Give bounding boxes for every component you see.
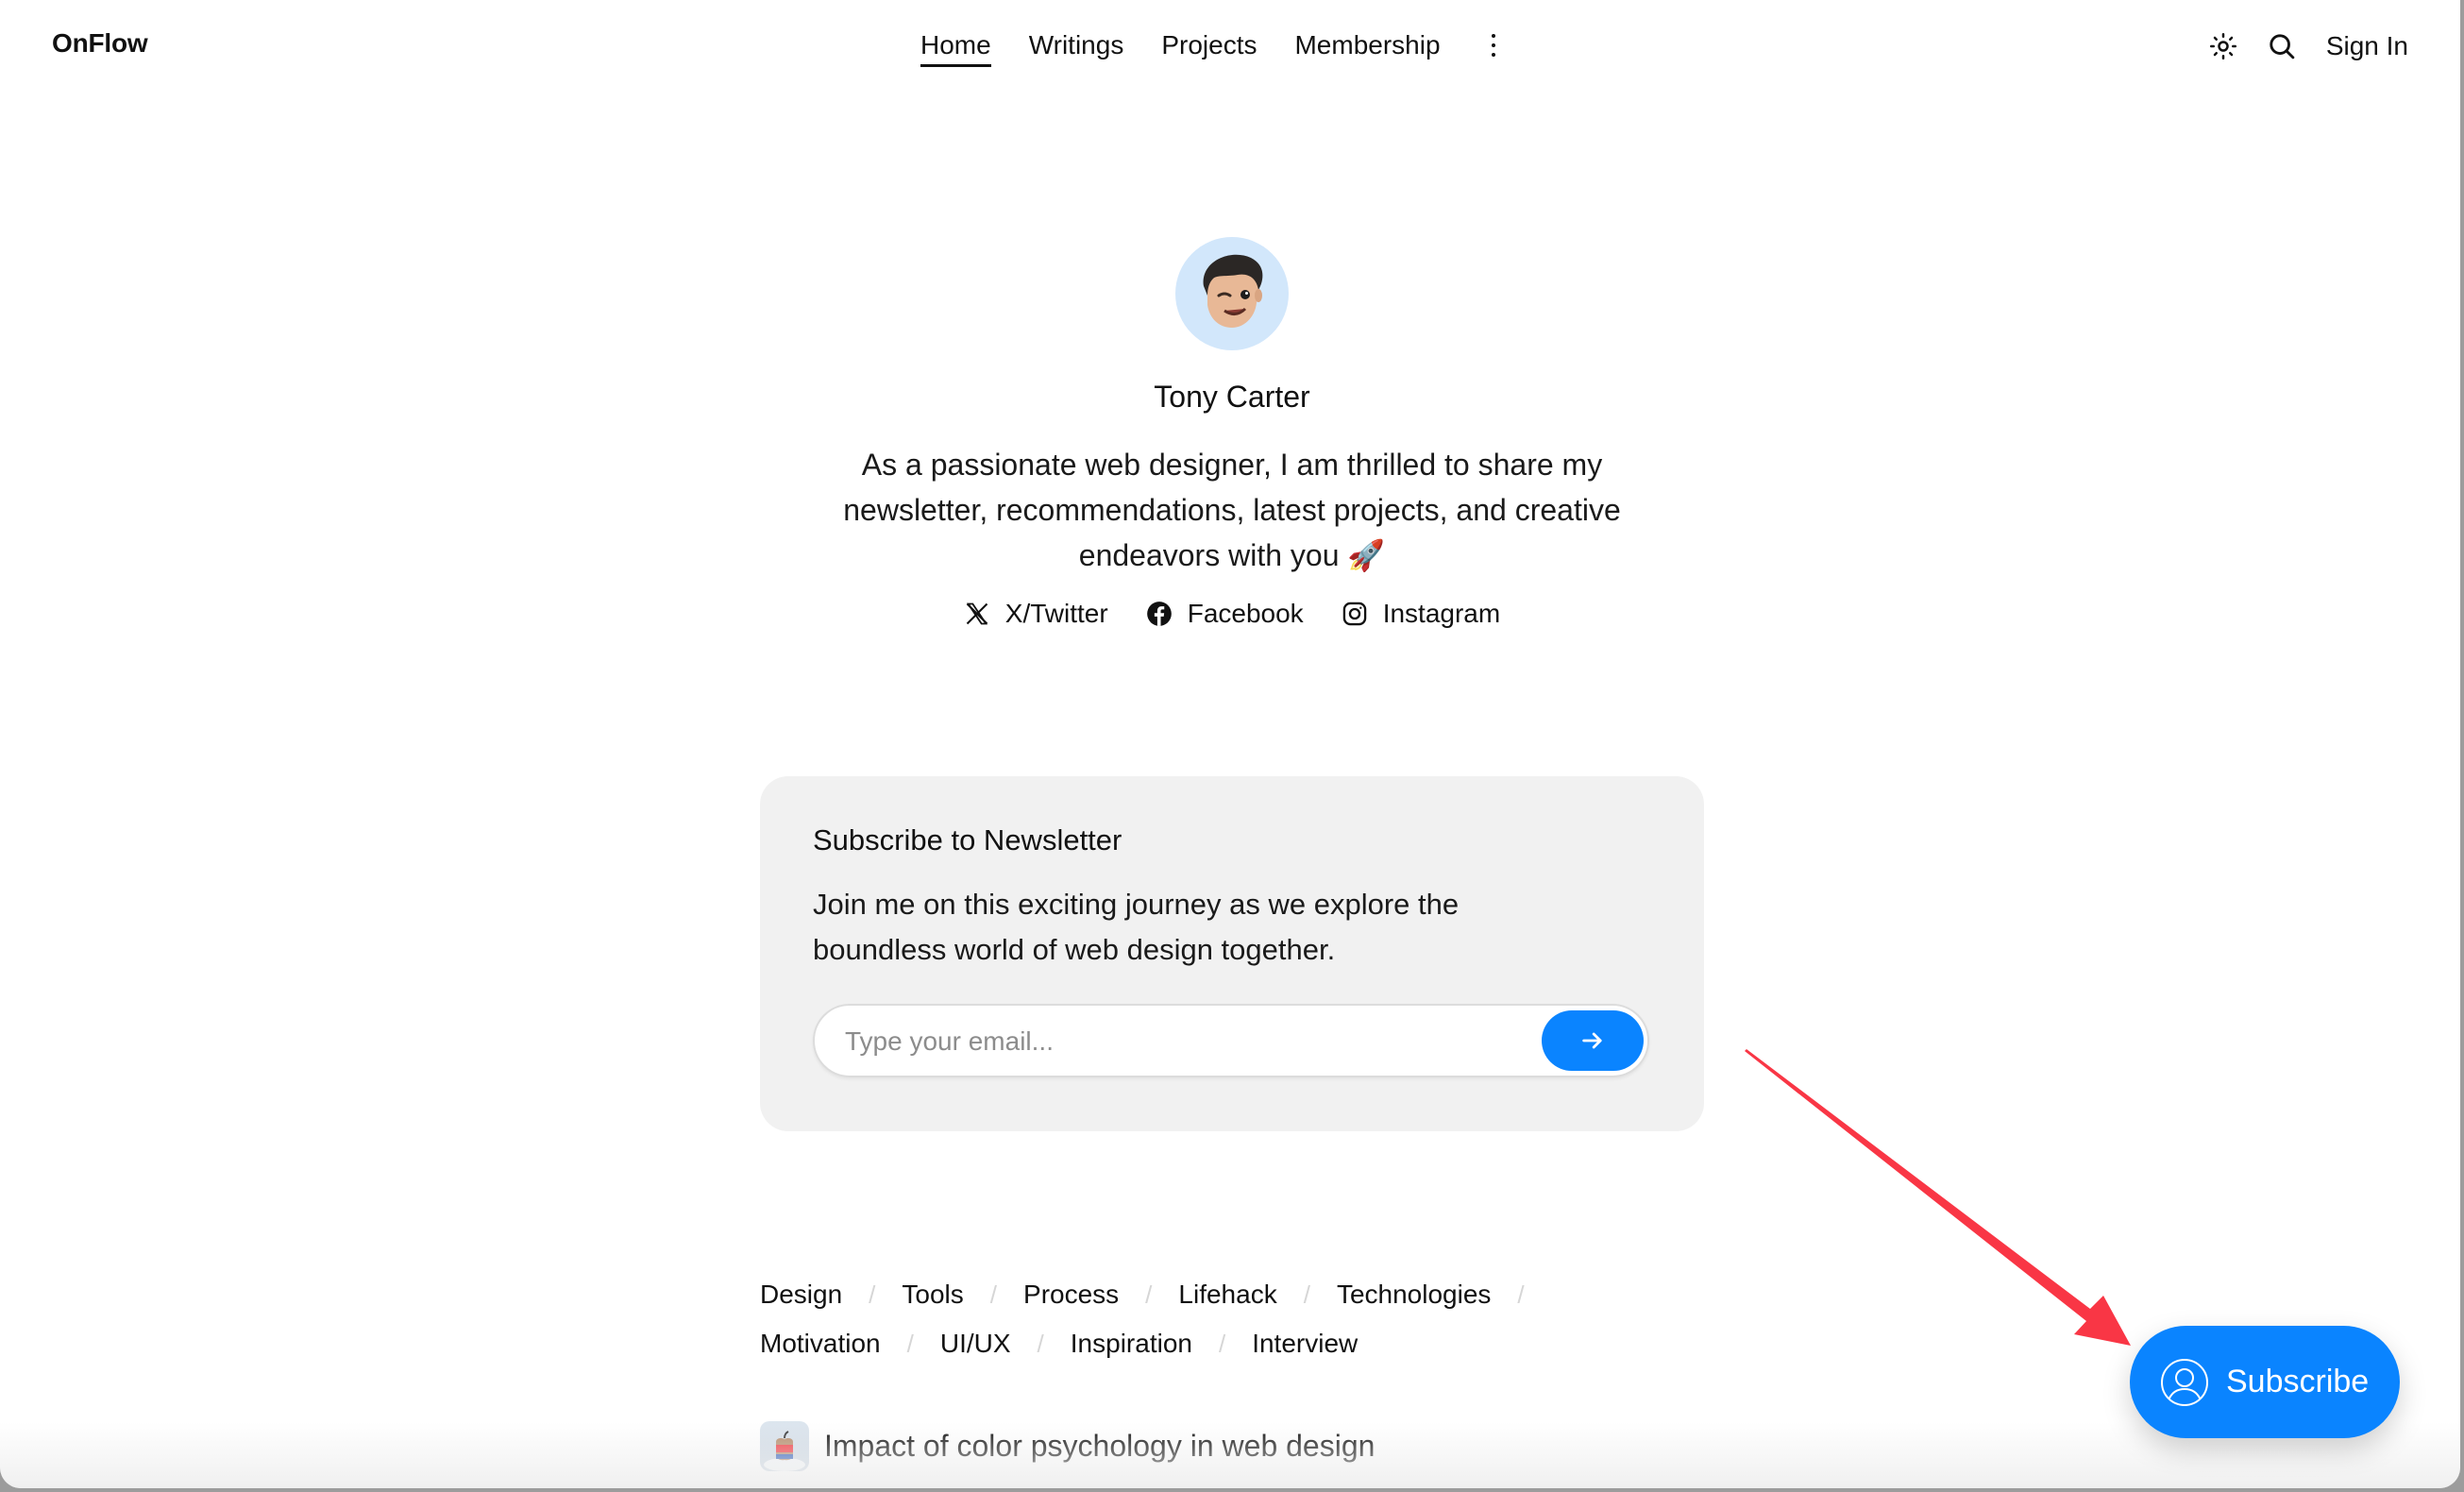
category-process[interactable]: Process (1023, 1270, 1119, 1319)
separator: / (1037, 1330, 1044, 1358)
separator: / (1517, 1280, 1525, 1309)
instagram-icon (1342, 602, 1366, 626)
separator: / (989, 1280, 998, 1309)
facebook-icon (1146, 602, 1172, 626)
newsletter-card: Subscribe to Newsletter Join me on this … (760, 776, 1704, 1131)
floating-subscribe-label: Subscribe (2226, 1364, 2370, 1399)
sign-in-link[interactable]: Sign In (2326, 31, 2408, 61)
theme-toggle-button[interactable] (2205, 28, 2241, 64)
nav-home[interactable]: Home (920, 28, 991, 67)
x-twitter-icon (966, 602, 988, 625)
site-logo[interactable]: OnFlow (52, 28, 148, 59)
category-interview[interactable]: Interview (1252, 1319, 1358, 1368)
category-lifehack[interactable]: Lifehack (1178, 1270, 1276, 1319)
apple-snowglobe-icon (764, 1431, 805, 1471)
submit-email-button[interactable] (1542, 1010, 1644, 1071)
email-form (813, 1004, 1649, 1077)
search-button[interactable] (2264, 28, 2300, 64)
user-circle-icon (2161, 1358, 2208, 1406)
newsletter-title: Subscribe to Newsletter (813, 823, 1122, 856)
separator: / (1145, 1280, 1153, 1309)
social-label: Instagram (1382, 599, 1501, 628)
nav-projects[interactable]: Projects (1161, 28, 1257, 62)
nav-membership[interactable]: Membership (1294, 28, 1440, 62)
profile-name: Tony Carter (1154, 380, 1310, 414)
email-input[interactable] (843, 1006, 1527, 1077)
category-row: Motivation / UI/UX / Inspiration / Inter… (760, 1319, 1629, 1368)
search-icon (2270, 34, 2295, 59)
separator: / (1303, 1280, 1310, 1309)
article-item[interactable]: Impact of color psychology in web design (760, 1421, 1375, 1471)
category-row: Design / Tools / Process / Lifehack / Te… (760, 1270, 1629, 1319)
article-title: Impact of color psychology in web design (824, 1429, 1375, 1463)
separator: / (1218, 1330, 1226, 1358)
article-thumbnail (760, 1421, 809, 1471)
header-actions: Sign In (2205, 28, 2408, 64)
social-link-instagram[interactable]: Instagram (1342, 599, 1501, 629)
arrow-right-icon (1582, 1032, 1602, 1049)
category-motivation[interactable]: Motivation (760, 1319, 881, 1368)
main-nav: Home Writings Projects Membership (920, 28, 1505, 67)
avatar (1175, 237, 1289, 350)
separator: / (869, 1280, 876, 1309)
sun-icon (2209, 32, 2236, 60)
category-ui-ux[interactable]: UI/UX (940, 1319, 1011, 1368)
social-links: X/Twitter Facebook Instagram (0, 599, 2460, 629)
category-design[interactable]: Design (760, 1270, 842, 1319)
separator: / (906, 1330, 914, 1358)
social-label: X/Twitter (1004, 599, 1108, 628)
category-inspiration[interactable]: Inspiration (1071, 1319, 1192, 1368)
memoji-avatar-icon (1203, 254, 1263, 328)
category-technologies[interactable]: Technologies (1337, 1270, 1491, 1319)
category-tools[interactable]: Tools (902, 1270, 963, 1319)
social-link-facebook[interactable]: Facebook (1146, 599, 1304, 629)
category-list: Design / Tools / Process / Lifehack / Te… (760, 1270, 1629, 1368)
social-link-x-twitter[interactable]: X/Twitter (964, 599, 1108, 629)
nav-writings[interactable]: Writings (1029, 28, 1124, 62)
browser-window: OnFlow Home Writings Projects Membership… (0, 0, 2460, 1488)
floating-subscribe-button[interactable]: Subscribe (2130, 1326, 2400, 1438)
profile-bio: As a passionate web designer, I am thril… (843, 448, 1621, 572)
newsletter-description: Join me on this exciting journey as we e… (813, 888, 1460, 966)
social-label: Facebook (1187, 599, 1304, 628)
vertical-ellipsis-icon[interactable] (1482, 28, 1505, 62)
